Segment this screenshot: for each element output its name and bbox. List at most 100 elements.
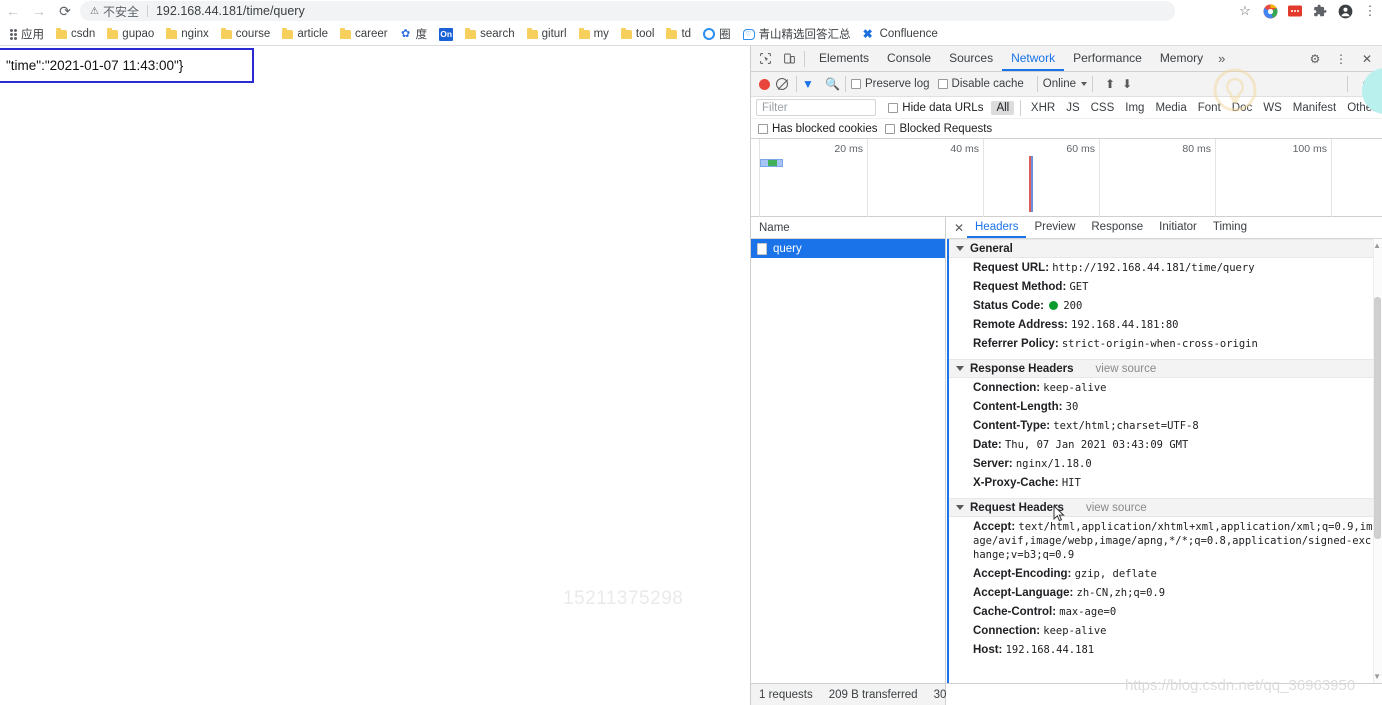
tab-initiator[interactable]: Initiator	[1151, 217, 1205, 238]
filter-type-media[interactable]: Media	[1150, 101, 1191, 115]
scroll-down-icon[interactable]: ▼	[1373, 672, 1381, 681]
extensions-puzzle-icon[interactable]	[1312, 3, 1328, 19]
devtools-more-menu-icon[interactable]: ⋮	[1331, 49, 1351, 69]
record-button[interactable]	[759, 78, 770, 90]
bookmark-star-icon[interactable]: ☆	[1237, 3, 1253, 19]
filter-type-xhr[interactable]: XHR	[1026, 101, 1060, 115]
extension-red-icon[interactable]	[1287, 3, 1303, 19]
filter-type-img[interactable]: Img	[1120, 101, 1149, 115]
header-row-host: Host: 192.168.44.181	[949, 640, 1382, 659]
preserve-log-checkbox[interactable]: Preserve log	[850, 78, 930, 90]
blocked-requests-checkbox[interactable]: Blocked Requests	[885, 123, 992, 135]
more-panels-icon[interactable]: »	[1212, 51, 1231, 66]
timeline-gridline	[759, 139, 760, 217]
tab-performance[interactable]: Performance	[1064, 46, 1151, 71]
tab-response[interactable]: Response	[1083, 217, 1151, 238]
filter-type-css[interactable]: CSS	[1086, 101, 1120, 115]
filter-type-ws[interactable]: WS	[1258, 101, 1287, 115]
bookmark-my[interactable]: my	[573, 24, 615, 44]
throttling-dropdown[interactable]: Online	[1043, 78, 1087, 90]
back-button[interactable]: ←	[0, 0, 26, 22]
table-row[interactable]: query	[751, 239, 945, 258]
browser-nav-bar: ← → ⟳ ⚠ 不安全 192.168.44.181/time/query ☆	[0, 0, 1382, 22]
bookmark-label: nginx	[181, 28, 209, 40]
section-header-response-headers[interactable]: Response Headers view source	[949, 359, 1382, 378]
import-har-icon[interactable]: ⬆	[1105, 77, 1115, 91]
filter-type-js[interactable]: JS	[1061, 101, 1084, 115]
devtools-settings-gear-icon[interactable]: ⚙	[1305, 49, 1325, 69]
bookmark-td[interactable]: td	[660, 24, 697, 44]
bookmark-tool[interactable]: tool	[615, 24, 661, 44]
bookmark-search[interactable]: search	[459, 24, 521, 44]
clear-button[interactable]	[776, 78, 788, 90]
disable-cache-checkbox[interactable]: Disable cache	[937, 78, 1024, 90]
inspect-element-icon[interactable]	[755, 49, 775, 69]
bookmark-article[interactable]: article	[276, 24, 334, 44]
network-overview-timeline[interactable]: 20 ms 40 ms 60 ms 80 ms 100 ms	[751, 139, 1382, 217]
forward-button[interactable]: →	[26, 0, 52, 22]
export-har-icon[interactable]: ⬇	[1122, 77, 1132, 91]
search-icon[interactable]: 🔍	[825, 77, 840, 91]
bookmark-giturl[interactable]: giturl	[521, 24, 573, 44]
header-value: Thu, 07 Jan 2021 03:43:09 GMT	[1004, 438, 1189, 451]
omnibox[interactable]: ⚠ 不安全 192.168.44.181/time/query	[80, 1, 1175, 21]
funnel-icon[interactable]: ▼	[802, 78, 814, 90]
tab-timing[interactable]: Timing	[1205, 217, 1255, 238]
tab-elements[interactable]: Elements	[810, 46, 878, 71]
timeline-tick: 20 ms	[834, 143, 863, 155]
devtools-close-icon[interactable]: ✕	[1357, 49, 1377, 69]
section-header-request-headers[interactable]: Request Headers view source	[949, 498, 1382, 517]
tab-sources[interactable]: Sources	[940, 46, 1002, 71]
header-value: strict-origin-when-cross-origin	[1061, 337, 1258, 350]
apps-grid-icon	[10, 28, 17, 40]
bookmark-gupao[interactable]: gupao	[101, 24, 160, 44]
header-key: Referrer Policy:	[973, 337, 1059, 350]
bookmark-csdn[interactable]: csdn	[50, 24, 101, 44]
tab-memory[interactable]: Memory	[1151, 46, 1212, 71]
timeline-request-bar-download	[768, 160, 777, 166]
chrome-menu-icon[interactable]: ⋮	[1362, 3, 1378, 19]
hide-data-urls-label: Hide data URLs	[902, 101, 984, 114]
tab-preview[interactable]: Preview	[1026, 217, 1083, 238]
header-value: keep-alive	[1043, 381, 1107, 394]
header-key: Connection:	[973, 624, 1041, 637]
bookmark-qingshan[interactable]: ♡ 青山精选回答汇总	[737, 24, 857, 44]
reload-button[interactable]: ⟳	[52, 0, 78, 22]
bookmark-nginx[interactable]: nginx	[160, 24, 215, 44]
tab-headers[interactable]: Headers	[967, 217, 1027, 238]
bookmark-apps[interactable]: 应用	[4, 24, 50, 44]
bookmark-label: gupao	[122, 28, 155, 40]
profile-avatar-icon[interactable]	[1337, 3, 1353, 19]
checkbox-box	[937, 79, 948, 89]
tab-network[interactable]: Network	[1002, 46, 1065, 71]
header-key: Content-Length:	[973, 400, 1063, 413]
network-filter-row-2: Has blocked cookies Blocked Requests	[751, 119, 1382, 139]
bookmark-baidu[interactable]: ✿ 度	[394, 24, 434, 44]
extension-color-icon[interactable]	[1262, 3, 1278, 19]
has-blocked-cookies-checkbox[interactable]: Has blocked cookies	[758, 123, 877, 135]
section-header-general[interactable]: General	[949, 239, 1382, 258]
filter-type-manifest[interactable]: Manifest	[1288, 101, 1341, 115]
bookmark-course[interactable]: course	[215, 24, 277, 44]
scroll-up-icon[interactable]: ▲	[1373, 241, 1381, 250]
header-key: Connection:	[973, 381, 1041, 394]
device-toolbar-icon[interactable]	[779, 49, 799, 69]
close-detail-icon[interactable]: ✕	[951, 219, 967, 237]
bookmark-confluence[interactable]: ✖ Confluence	[857, 24, 944, 44]
view-source-link[interactable]: view source	[1096, 363, 1157, 375]
detail-scrollbar[interactable]: ▲ ▼	[1373, 239, 1382, 683]
request-list-header[interactable]: Name	[751, 217, 945, 239]
tab-console[interactable]: Console	[878, 46, 940, 71]
filter-input[interactable]: Filter	[756, 99, 877, 116]
bookmark-label: 青山精选回答汇总	[758, 29, 851, 41]
bookmark-career[interactable]: career	[334, 24, 394, 44]
view-source-link[interactable]: view source	[1086, 502, 1147, 514]
security-chip[interactable]: ⚠ 不安全	[90, 3, 139, 20]
header-key: Accept:	[973, 520, 1016, 533]
hide-data-urls-checkbox[interactable]: Hide data URLs	[888, 102, 983, 114]
filter-type-all[interactable]: All	[991, 100, 1015, 115]
bookmark-on[interactable]: On	[433, 24, 459, 44]
bookmark-quan[interactable]: 圈	[697, 24, 737, 44]
scrollbar-thumb[interactable]	[1374, 297, 1381, 539]
header-key: Accept-Language:	[973, 586, 1074, 599]
